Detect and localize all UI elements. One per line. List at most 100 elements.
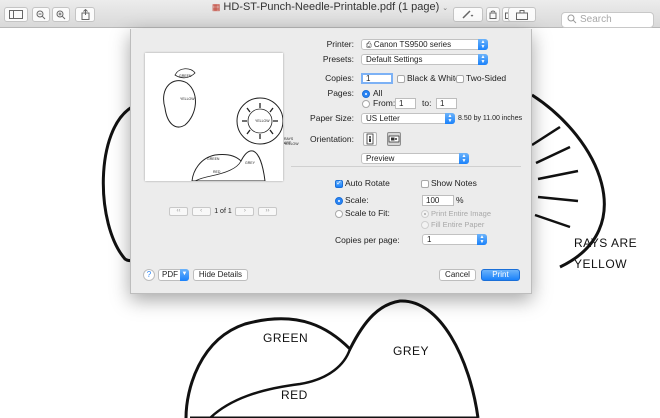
pages-label: Pages: [327,88,354,98]
hill-outline [184,299,480,418]
help-button[interactable]: ? [143,269,155,281]
presets-value: Default Settings [366,55,423,64]
preview-label-green: GREEN [207,157,220,161]
preview-hills [191,150,266,181]
chevron-down-icon[interactable]: ⌄ [442,5,448,12]
pages-from-input[interactable]: 1 [395,98,416,109]
sun-ray [535,145,571,165]
search-input[interactable]: Search [561,12,654,28]
printer-icon: ⎙ [366,42,372,49]
auto-rotate-label: Auto Rotate [345,178,390,188]
hill-divider [209,348,352,418]
copies-input[interactable]: 1 [361,73,393,84]
preview-drawing: ~~~ [163,68,283,181]
section-value: Preview [366,154,395,163]
pdf-file-icon: ▦ [211,2,221,12]
hide-details-button[interactable]: Hide Details [193,269,248,281]
chevron-down-icon: ▼ [180,269,189,281]
search-placeholder: Search [580,14,612,25]
prev-page-button[interactable]: ‹ [191,207,211,216]
printer-select[interactable]: ⎙ Canon TS9500 series ▲ ▼ [361,39,488,50]
pdf-menu-button[interactable]: PDF ▼ [158,269,189,281]
print-button[interactable]: Print [481,269,520,281]
sun-ray [534,213,571,229]
portrait-icon [366,133,374,145]
print-entire-image-label: Print Entire Image [431,209,492,218]
scale-to-fit-label: Scale to Fit: [345,208,390,218]
orientation-label: Orientation: [310,134,354,144]
presets-label: Presets: [322,54,354,64]
scale-to-fit-radio[interactable] [335,210,343,218]
print-preview-thumbnail: ~~~ YELLOW GREEN YELLOW RAYS ARE YELLOW … [145,53,299,181]
page-indicator: 1 of 1 [214,208,232,215]
orientation-portrait-button[interactable] [363,132,377,146]
pen-icon [462,9,474,19]
sun-ray [531,125,561,147]
two-sided-checkbox[interactable] [456,75,464,83]
window-title-text: HD-ST-Punch-Needle-Printable.pdf (1 page… [223,1,440,13]
fill-entire-paper-label: Fill Entire Paper [431,220,485,229]
last-page-button[interactable]: ›› [257,207,277,216]
pages-to-label: to: [422,98,432,108]
copies-label: Copies: [325,73,354,83]
label-rays-are: RAYS ARE [574,236,638,250]
printer-value: Canon TS9500 series [373,40,452,49]
section-select[interactable]: Preview ▲ ▼ [361,153,469,164]
preview-pager: ‹‹ ‹ 1 of 1 › ›› [169,206,277,217]
updown-arrows-icon: ▲ ▼ [459,153,469,164]
label-grey: GREY [393,344,430,358]
fill-entire-paper-radio[interactable] [421,221,429,229]
first-page-button[interactable]: ‹‹ [169,207,188,216]
preview-label-leaf: GREEN [179,74,192,78]
toolbox-icon [516,9,528,20]
label-yellow: YELLOW [574,257,628,271]
copies-per-page-value: 1 [427,235,432,244]
updown-arrows-icon: ▲ ▼ [477,234,487,245]
copies-per-page-select[interactable]: 1 ▲ ▼ [422,234,487,245]
black-white-label: Black & White [407,73,460,83]
printer-label: Printer: [326,39,354,49]
preview-label-lemon: YELLOW [180,97,195,101]
show-notes-label: Show Notes [431,178,477,188]
updown-arrows-icon: ▲ ▼ [478,39,488,50]
preview-lemon [163,80,196,128]
label-green: GREEN [263,331,309,345]
paper-size-value: US Letter [366,114,400,123]
scale-label: Scale: [345,195,369,205]
presets-select[interactable]: Default Settings ▲ ▼ [361,54,488,65]
pdf-label: PDF [162,270,178,279]
section-divider [291,166,521,167]
window-toolbar: ▦ HD-ST-Punch-Needle-Printable.pdf (1 pa… [0,0,660,28]
show-notes-checkbox[interactable] [421,180,429,188]
preview-label-sun: YELLOW [255,119,270,123]
updown-arrows-icon: ▲ ▼ [445,113,455,124]
paper-size-label: Paper Size: [310,113,354,123]
markup-button[interactable] [453,7,483,22]
paper-size-select[interactable]: US Letter ▲ ▼ [361,113,455,124]
black-white-checkbox[interactable] [397,75,405,83]
rotate-button[interactable] [486,7,500,22]
pages-to-input[interactable]: 1 [436,98,457,109]
sun-ray [537,195,579,203]
print-dialog: ~~~ YELLOW GREEN YELLOW RAYS ARE YELLOW … [130,29,532,294]
updown-arrows-icon: ▲ ▼ [478,54,488,65]
cancel-button[interactable]: Cancel [439,269,476,281]
sun-ray [537,169,579,181]
paper-dimensions: 8.50 by 11.00 inches [458,115,523,122]
auto-rotate-checkbox[interactable]: ✓ [335,180,343,188]
scale-input[interactable]: 100 [422,195,454,206]
toolbox-button[interactable] [508,7,536,22]
scale-percent: % [456,195,464,205]
pages-from-radio[interactable] [362,100,370,108]
copies-per-page-label: Copies per page: [335,235,400,245]
scale-radio[interactable] [335,197,343,205]
orientation-landscape-button[interactable] [387,132,401,146]
pages-all-radio[interactable] [362,90,370,98]
rotate-icon [489,10,497,19]
two-sided-label: Two-Sided [466,73,507,83]
label-red: RED [281,388,308,402]
landscape-icon [388,135,400,143]
print-entire-image-radio[interactable] [421,210,429,218]
search-icon [567,14,577,24]
next-page-button[interactable]: › [235,207,255,216]
